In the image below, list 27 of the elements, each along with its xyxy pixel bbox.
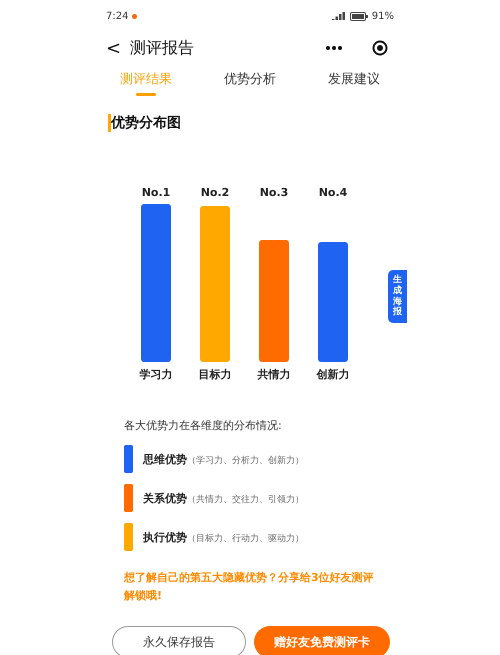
status-time: 7:24 <box>106 10 128 22</box>
back-button[interactable]: < <box>106 38 130 58</box>
legend-label: 思维优势（学习力、分析力、创新力） <box>143 452 304 466</box>
category-label: 创新力 <box>316 367 350 382</box>
save-report-button[interactable]: 永久保存报告 <box>112 626 246 655</box>
rank-label: No.2 <box>200 186 230 199</box>
legend-label: 关系优势（共情力、交往力、引领力） <box>143 490 304 506</box>
target-icon[interactable] <box>372 40 388 56</box>
legend-label: 执行优势（目标力、行动力、驱动力） <box>143 530 304 544</box>
poster-button[interactable]: 生成海报 <box>388 270 407 324</box>
notification-dot <box>132 14 138 18</box>
promo-text: 想了解自己的第五大隐藏优势？分享给3位好友测评解锁哦! <box>124 570 374 604</box>
rank-label: No.1 <box>142 186 170 199</box>
category-label: 学习力 <box>140 367 172 382</box>
rank-label: No.3 <box>260 186 288 199</box>
signal-icon <box>332 12 346 20</box>
battery-icon <box>350 12 368 20</box>
section-title: 优势分布图 <box>108 114 398 132</box>
page-title: 测评报告 <box>130 38 194 58</box>
category-label: 目标力 <box>198 367 232 382</box>
battery-level: 91% <box>372 10 394 22</box>
category-label: 共情力 <box>258 367 290 382</box>
more-icon[interactable] <box>326 46 342 50</box>
legend-intro: 各大优势力在各维度的分布情况: <box>124 418 283 433</box>
tab[interactable]: 优势分析 <box>224 70 276 106</box>
tab[interactable]: 发展建议 <box>328 70 380 106</box>
rank-label: No.4 <box>318 186 348 199</box>
